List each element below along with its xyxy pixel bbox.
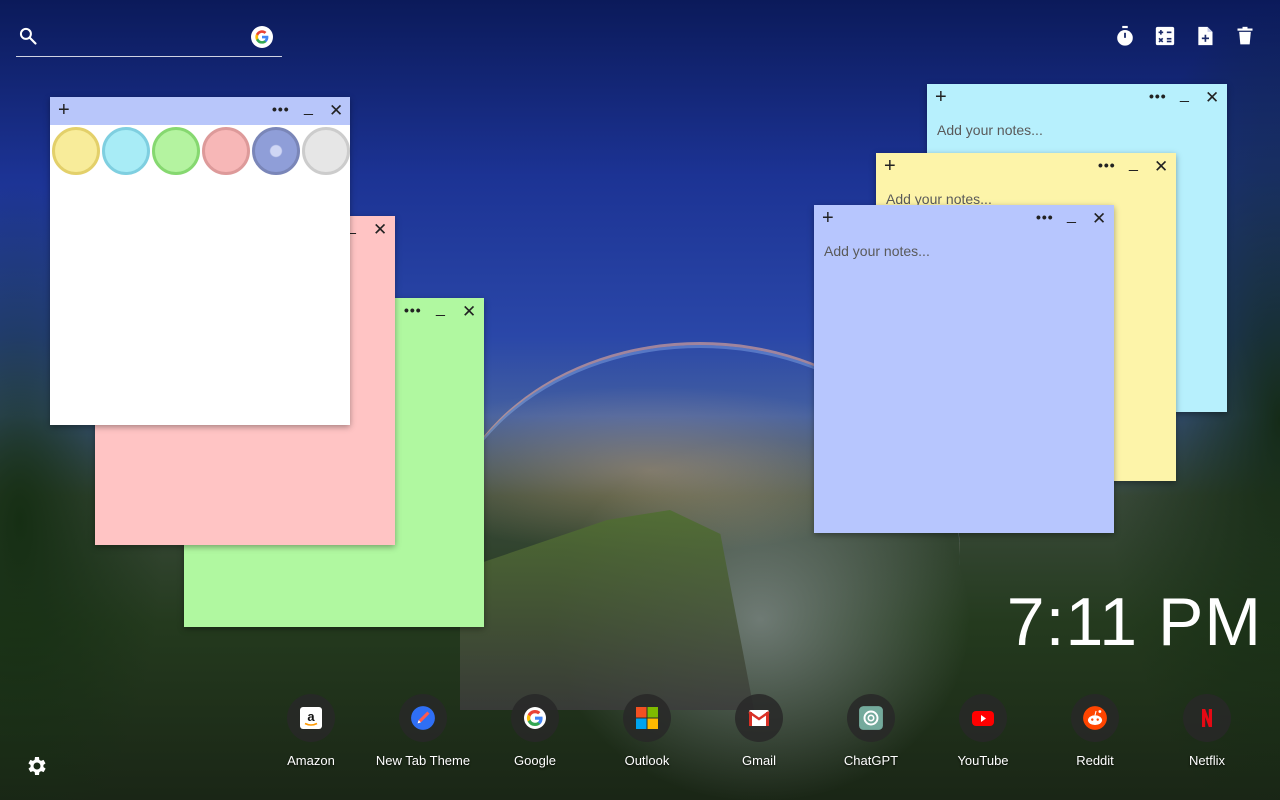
shortcut-label: Reddit (1076, 753, 1114, 768)
chatgpt-icon (847, 694, 895, 742)
add-note-plus-icon[interactable]: + (822, 208, 834, 228)
color-swatch-gray[interactable] (302, 127, 350, 175)
minimize-icon[interactable]: _ (436, 300, 445, 318)
note-header: + ••• _ ✕ (876, 153, 1176, 181)
color-swatch-green[interactable] (152, 127, 200, 175)
youtube-icon (959, 694, 1007, 742)
reddit-icon (1071, 694, 1119, 742)
shortcut-label: Google (514, 753, 556, 768)
svg-text:a: a (307, 709, 315, 724)
shortcut-outlook[interactable]: Outlook (591, 694, 703, 768)
shortcut-label: Gmail (742, 753, 776, 768)
color-swatch-purple[interactable] (252, 127, 300, 175)
search-bar (16, 22, 282, 57)
close-icon[interactable]: ✕ (462, 302, 476, 322)
google-icon (511, 694, 559, 742)
sticky-note-white[interactable]: + ••• _ ✕ (50, 97, 350, 425)
shortcut-netflix[interactable]: Netflix (1151, 694, 1263, 768)
add-note-plus-icon[interactable]: + (58, 100, 70, 120)
more-icon[interactable]: ••• (404, 302, 422, 318)
note-header: + ••• _ ✕ (927, 84, 1227, 112)
shortcut-label: Amazon (287, 753, 335, 768)
clock: 7:11 PM (1006, 584, 1262, 660)
shortcut-youtube[interactable]: YouTube (927, 694, 1039, 768)
minimize-icon[interactable]: _ (1067, 207, 1076, 225)
shortcut-new-tab-theme[interactable]: New Tab Theme (367, 694, 479, 768)
new-tab-theme-icon (399, 694, 447, 742)
note-header: + ••• _ ✕ (814, 205, 1114, 233)
calculator-icon[interactable] (1154, 24, 1176, 48)
color-swatch-yellow[interactable] (52, 127, 100, 175)
shortcut-label: Netflix (1188, 753, 1226, 768)
amazon-icon: a (287, 694, 335, 742)
gmail-icon (735, 694, 783, 742)
minimize-icon[interactable]: _ (304, 99, 313, 117)
more-icon[interactable]: ••• (1036, 209, 1054, 225)
close-icon[interactable]: ✕ (329, 101, 343, 121)
close-icon[interactable]: ✕ (1154, 157, 1168, 177)
shortcut-label: New Tab Theme (375, 753, 471, 768)
close-icon[interactable]: ✕ (1205, 88, 1219, 108)
shortcut-reddit[interactable]: Reddit (1039, 694, 1151, 768)
shortcut-label: Outlook (624, 753, 670, 768)
add-note-icon[interactable] (1194, 24, 1216, 48)
close-icon[interactable]: ✕ (373, 220, 387, 240)
outlook-icon (623, 694, 671, 742)
google-search-icon[interactable] (251, 26, 273, 48)
settings-gear-icon[interactable] (24, 754, 48, 778)
search-icon[interactable] (18, 26, 38, 46)
color-swatch-pink[interactable] (202, 127, 250, 175)
color-swatch-blue[interactable] (102, 127, 150, 175)
shortcut-amazon[interactable]: a Amazon (255, 694, 367, 768)
sticky-note-blue[interactable]: + ••• _ ✕ (814, 205, 1114, 533)
shortcut-gmail[interactable]: Gmail (703, 694, 815, 768)
note-textarea[interactable] (814, 233, 1114, 523)
more-icon[interactable]: ••• (1149, 88, 1167, 104)
shortcut-label: ChatGPT (843, 753, 899, 768)
shortcut-google[interactable]: Google (479, 694, 591, 768)
add-note-plus-icon[interactable]: + (935, 87, 947, 107)
shortcut-label: YouTube (957, 753, 1009, 768)
delete-icon[interactable] (1234, 24, 1256, 48)
add-note-plus-icon[interactable]: + (884, 156, 896, 176)
shortcut-chatgpt[interactable]: ChatGPT (815, 694, 927, 768)
minimize-icon[interactable]: _ (1180, 86, 1189, 104)
note-textarea[interactable] (50, 177, 350, 417)
more-icon[interactable]: ••• (1098, 157, 1116, 173)
note-header: + ••• _ ✕ (50, 97, 350, 125)
netflix-icon (1183, 694, 1231, 742)
search-input[interactable] (50, 24, 254, 54)
more-icon[interactable]: ••• (272, 101, 290, 117)
top-toolbar (1114, 24, 1256, 48)
color-picker (50, 125, 350, 175)
close-icon[interactable]: ✕ (1092, 209, 1106, 229)
minimize-icon[interactable]: _ (1129, 155, 1138, 173)
timer-icon[interactable] (1114, 24, 1136, 48)
